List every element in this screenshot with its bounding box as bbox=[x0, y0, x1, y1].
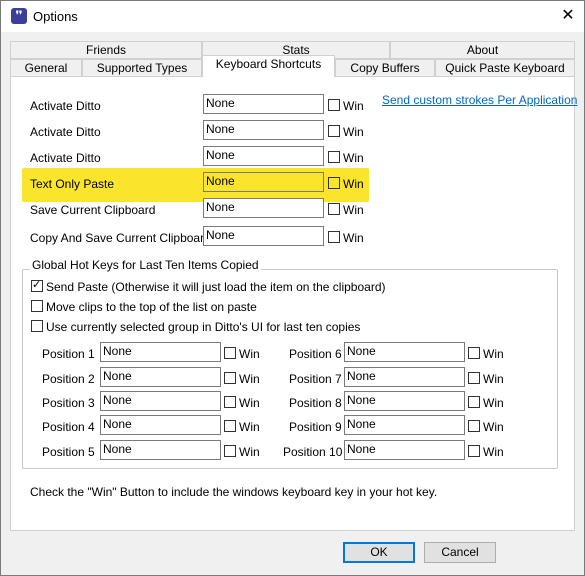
shortcut-label: Activate Ditto bbox=[30, 99, 101, 113]
win-label: Win bbox=[239, 445, 260, 459]
position-input[interactable]: None bbox=[344, 342, 465, 362]
hotkey-input[interactable]: None bbox=[203, 94, 324, 114]
use-selected-group-label: Use currently selected group in Ditto's … bbox=[46, 320, 361, 334]
send-paste-label: Send Paste (Otherwise it will just load … bbox=[46, 280, 386, 294]
send-custom-strokes-link[interactable]: Send custom strokes Per Application bbox=[382, 93, 577, 107]
position-input[interactable]: None bbox=[344, 367, 465, 387]
position-input[interactable]: None bbox=[100, 440, 221, 460]
position-input[interactable]: None bbox=[100, 342, 221, 362]
position-label: Position 3 bbox=[42, 396, 95, 410]
win-checkbox[interactable] bbox=[468, 372, 480, 384]
move-clips-checkbox[interactable] bbox=[31, 300, 43, 312]
shortcut-label: Text Only Paste bbox=[30, 177, 115, 191]
win-label: Win bbox=[483, 420, 504, 434]
footer-note: Check the "Win" Button to include the wi… bbox=[30, 485, 438, 499]
hotkey-input[interactable]: None bbox=[203, 120, 324, 140]
group-title: Global Hot Keys for Last Ten Items Copie… bbox=[30, 258, 261, 272]
window-title: Options bbox=[33, 9, 78, 24]
win-checkbox[interactable] bbox=[224, 372, 236, 384]
position-label: Position 4 bbox=[42, 420, 95, 434]
win-checkbox[interactable] bbox=[328, 99, 340, 111]
win-checkbox[interactable] bbox=[468, 420, 480, 432]
tab-supported-types[interactable]: Supported Types bbox=[82, 59, 202, 77]
shortcut-label: Activate Ditto bbox=[30, 125, 101, 139]
win-label: Win bbox=[239, 420, 260, 434]
move-clips-label: Move clips to the top of the list on pas… bbox=[46, 300, 257, 314]
win-checkbox[interactable] bbox=[224, 347, 236, 359]
tab-general[interactable]: General bbox=[10, 59, 82, 77]
win-label: Win bbox=[483, 347, 504, 361]
win-label: Win bbox=[343, 177, 364, 191]
win-label: Win bbox=[239, 396, 260, 410]
win-label: Win bbox=[343, 125, 364, 139]
cancel-button[interactable]: Cancel bbox=[424, 542, 496, 563]
position-input[interactable]: None bbox=[344, 391, 465, 411]
win-checkbox[interactable] bbox=[224, 396, 236, 408]
hotkey-input[interactable]: None bbox=[203, 226, 324, 246]
position-input[interactable]: None bbox=[344, 440, 465, 460]
shortcut-label: Copy And Save Current Clipboard bbox=[30, 231, 211, 245]
shortcut-label: Save Current Clipboard bbox=[30, 203, 156, 217]
hotkey-input[interactable]: None bbox=[203, 198, 324, 218]
win-label: Win bbox=[483, 396, 504, 410]
position-input[interactable]: None bbox=[100, 415, 221, 435]
win-checkbox[interactable] bbox=[328, 151, 340, 163]
close-button[interactable]: ✕ bbox=[556, 5, 580, 27]
win-label: Win bbox=[239, 372, 260, 386]
ok-button[interactable]: OK bbox=[343, 542, 415, 563]
win-checkbox[interactable] bbox=[224, 445, 236, 457]
position-label: Position 5 bbox=[42, 445, 95, 459]
win-checkbox[interactable] bbox=[224, 420, 236, 432]
ditto-icon: ❜❜ bbox=[11, 8, 27, 24]
win-label: Win bbox=[343, 231, 364, 245]
win-label: Win bbox=[239, 347, 260, 361]
position-label: Position 8 bbox=[289, 396, 342, 410]
tab-keyboard-shortcuts[interactable]: Keyboard Shortcuts bbox=[202, 55, 335, 77]
position-label: Position 7 bbox=[289, 372, 342, 386]
hotkey-input[interactable]: None bbox=[203, 172, 324, 192]
tab-friends[interactable]: Friends bbox=[10, 41, 202, 59]
win-label: Win bbox=[343, 203, 364, 217]
position-label: Position 2 bbox=[42, 372, 95, 386]
win-checkbox[interactable] bbox=[328, 125, 340, 137]
tab-copy-buffers[interactable]: Copy Buffers bbox=[335, 59, 435, 77]
win-label: Win bbox=[483, 372, 504, 386]
win-label: Win bbox=[343, 151, 364, 165]
win-checkbox[interactable] bbox=[468, 445, 480, 457]
send-paste-checkbox[interactable] bbox=[31, 278, 43, 292]
win-checkbox[interactable] bbox=[468, 396, 480, 408]
tab-about[interactable]: About bbox=[390, 41, 575, 59]
win-checkbox[interactable] bbox=[328, 203, 340, 215]
win-checkbox[interactable] bbox=[328, 231, 340, 243]
tab-quick-paste-keyboard[interactable]: Quick Paste Keyboard bbox=[435, 59, 575, 77]
win-label: Win bbox=[343, 99, 364, 113]
title-bar: ❜❜ Options ✕ bbox=[1, 1, 584, 32]
position-input[interactable]: None bbox=[100, 391, 221, 411]
position-input[interactable]: None bbox=[344, 415, 465, 435]
position-label: Position 6 bbox=[289, 347, 342, 361]
position-label: Position 9 bbox=[289, 420, 342, 434]
win-checkbox[interactable] bbox=[328, 177, 340, 189]
win-checkbox[interactable] bbox=[468, 347, 480, 359]
position-label: Position 10 bbox=[283, 445, 343, 459]
hotkey-input[interactable]: None bbox=[203, 146, 324, 166]
position-input[interactable]: None bbox=[100, 367, 221, 387]
use-selected-group-checkbox[interactable] bbox=[31, 320, 43, 332]
position-label: Position 1 bbox=[42, 347, 95, 361]
win-label: Win bbox=[483, 445, 504, 459]
shortcut-label: Activate Ditto bbox=[30, 151, 101, 165]
